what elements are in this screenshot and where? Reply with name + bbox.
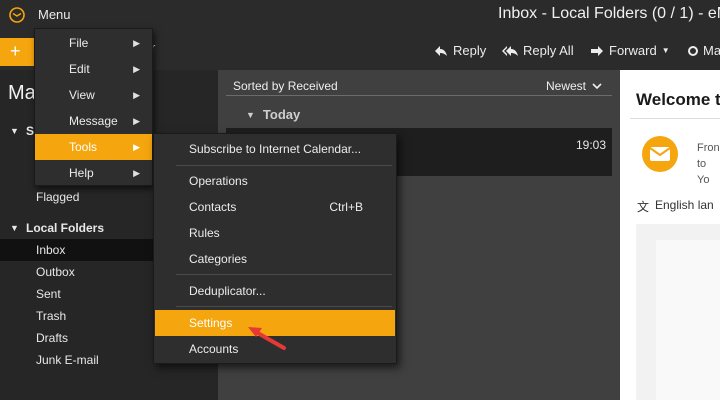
sender-info: Fron to Yo [697,140,720,188]
divider [630,118,720,119]
menu-item-label: File [69,36,89,50]
app-logo-icon[interactable] [9,7,25,23]
message-time: 19:03 [576,138,607,152]
menu-item-contacts[interactable]: Contacts Ctrl+B [155,194,395,220]
chevron-down-icon: ▼ [661,46,670,55]
chevron-right-icon: ▶ [133,142,140,152]
menu-item-label: Tools [69,140,98,154]
menu-item-view[interactable]: View ▶ [35,82,152,108]
menu-item-label: Message [69,114,118,128]
reply-all-icon [502,45,518,56]
menu-item-shortcut: Ctrl+B [329,200,363,214]
group-header-today[interactable]: ▼ Today [246,107,300,122]
sidebar-item-label: Trash [36,309,67,323]
chevron-right-icon: ▶ [133,64,140,74]
menu-item-subscribe-calendar[interactable]: Subscribe to Internet Calendar... [155,136,395,162]
chevron-right-icon: ▶ [133,168,140,178]
menu-separator [176,306,392,307]
menu-separator [176,274,392,275]
sidebar-item-label: Sent [36,287,61,301]
sidebar-item-label: Inbox [36,243,66,257]
sender-line: Fron [697,142,720,154]
red-arrow-pointer-icon [248,327,286,350]
group-label: Today [262,107,301,122]
menu-item-categories[interactable]: Categories [155,246,395,272]
menu-item-label: Rules [189,226,220,240]
language-label[interactable]: English lan [655,198,714,212]
sidebar-section-label: Local Folders [26,221,105,235]
more-icon [688,45,698,56]
reply-button[interactable]: Reply [434,43,486,58]
chevron-right-icon: ▶ [133,38,140,48]
menu-separator [176,165,392,166]
reply-all-button[interactable]: Reply All [502,43,574,58]
new-button[interactable]: + [0,38,34,66]
menu-item-label: Categories [189,252,248,266]
menu-item-label: View [69,88,95,102]
forward-label: Forward [609,43,657,58]
sort-field-button[interactable]: Sorted by Received [233,79,338,93]
menu-item-file[interactable]: File ▶ [35,30,152,56]
sidebar-item-label: Outbox [36,265,75,279]
sidebar-title: Ma [8,82,36,104]
more-button[interactable]: Ma [688,43,720,58]
reply-icon [435,45,447,56]
sidebar-item-label: Junk E-mail [36,353,99,367]
sort-order-label: Newest [546,79,587,93]
reply-all-label: Reply All [523,43,574,58]
sidebar-item-label: Drafts [36,331,69,345]
sidebar-item-label: Flagged [36,190,80,204]
menu-item-label: Subscribe to Internet Calendar... [189,142,362,156]
message-image-inner [656,240,720,400]
forward-button[interactable]: Forward ▼ [590,43,670,58]
menu-item-label: Deduplicator... [189,284,266,298]
menu-item-message[interactable]: Message ▶ [35,108,152,134]
sidebar-section-label: S [26,124,35,138]
sender-avatar-icon [642,136,678,172]
menu-item-tools[interactable]: Tools ▶ [35,134,152,160]
chevron-down-icon [592,82,602,89]
menu-item-deduplicator[interactable]: Deduplicator... [155,278,395,304]
menu-item-label: Help [69,166,94,180]
menu-item-rules[interactable]: Rules [155,220,395,246]
menu-button[interactable]: Menu [38,7,71,22]
caret-down-icon[interactable]: ▼ [10,217,19,239]
window-title: Inbox - Local Folders (0 / 1) - eM [498,5,720,22]
chevron-right-icon: ▶ [133,90,140,100]
menu-item-operations[interactable]: Operations [155,168,395,194]
chevron-right-icon: ▶ [133,116,140,126]
forward-icon [591,45,603,56]
translate-icon[interactable]: 文 [637,198,649,215]
menu-item-label: Settings [189,316,233,330]
menu-item-help[interactable]: Help ▶ [35,160,152,186]
message-subject: Welcome t [636,90,720,109]
caret-down-icon[interactable]: ▼ [10,120,19,142]
recipient-line: to Yo [697,158,710,186]
menu-item-label: Accounts [189,342,239,356]
menu-item-edit[interactable]: Edit ▶ [35,56,152,82]
sort-order-button[interactable]: Newest [546,79,602,93]
menu-item-label: Contacts [189,200,237,214]
menu-item-label: Edit [69,62,90,76]
menu-item-label: Operations [189,174,248,188]
more-label: Ma [703,43,720,58]
caret-down-icon: ▼ [246,109,255,120]
reply-label: Reply [453,43,487,58]
